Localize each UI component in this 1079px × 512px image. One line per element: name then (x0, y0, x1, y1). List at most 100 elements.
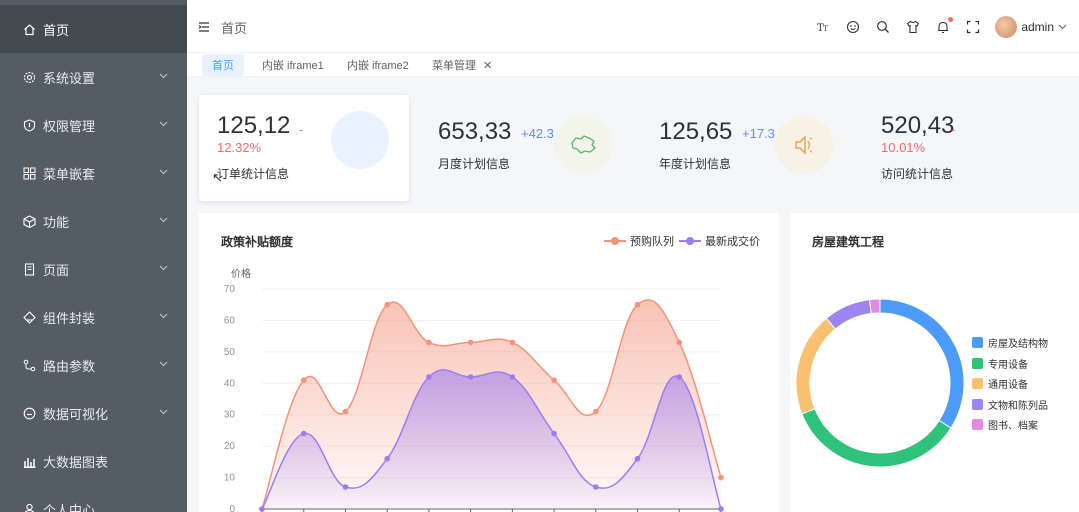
stat-change: +42.3 (521, 126, 554, 141)
stat-card[interactable]: 520,43- 10.01% 访问统计信息 (863, 95, 1068, 201)
sidebar-item-label: 首页 (43, 22, 70, 38)
data-point (300, 377, 307, 383)
sidebar-item-label: 数据可视化 (43, 406, 109, 422)
emoji-icon[interactable] (845, 19, 861, 35)
stat-value: 653,33 (438, 118, 512, 145)
stat-card[interactable]: 125,65 +17.3 年度计划信息 (641, 95, 846, 201)
legend-label: 图书、档案 (988, 421, 1038, 432)
user-icon (22, 502, 36, 512)
route-icon (22, 358, 36, 372)
data-point (426, 339, 432, 346)
sidebar-item[interactable]: 权限管理 (0, 101, 187, 149)
legend-swatch (972, 398, 983, 410)
sidebar-item[interactable]: 功能 (0, 197, 187, 245)
pie-legend-item[interactable]: 通用设备 (972, 376, 1028, 391)
pie-slice[interactable] (825, 299, 872, 330)
data-point (593, 408, 599, 415)
sidebar-item[interactable]: 数据可视化 (0, 389, 187, 437)
data-point (593, 484, 599, 490)
sidebar-item[interactable]: 大数据图表 (0, 437, 187, 485)
username[interactable]: admin (1021, 20, 1054, 34)
user-avatar[interactable] (995, 16, 1018, 38)
fullscreen-icon[interactable] (965, 19, 981, 35)
legend-label: 通用设备 (988, 380, 1028, 391)
data-point (467, 339, 474, 346)
legend-label: 专用设备 (988, 359, 1028, 371)
legend-swatch (972, 337, 983, 348)
sidebar-item[interactable]: 系统设置 (0, 53, 187, 101)
grid-icon (22, 166, 36, 180)
skin-icon[interactable] (905, 19, 921, 35)
sidebar-item[interactable]: 个人中心 (0, 485, 187, 512)
pie-legend-item[interactable]: 图书、档案 (972, 417, 1038, 432)
legend-label: 房屋及结构物 (988, 339, 1048, 350)
stat-card[interactable]: 653,33 +42.3 月度计划信息 (420, 95, 625, 201)
stat-description: 月度计划信息 (438, 157, 511, 171)
legend-swatch (972, 378, 983, 389)
breadcrumb[interactable]: 首页 (221, 18, 247, 37)
stat-value: 520,43 (881, 112, 955, 139)
sidebar-item-label: 系统设置 (43, 70, 96, 86)
stat-change: +17.3 (742, 126, 775, 141)
home-icon (22, 22, 36, 36)
app-root: 首页系统设置权限管理 菜单嵌套功能页面组件封装路由参数数据可视化大数据图表个人中心… (0, 0, 1079, 512)
data-point (509, 374, 516, 380)
chevron-down-icon[interactable] (1058, 24, 1067, 30)
policy-subsidy-panel: 政策补贴额度 预购队列 最新成交价 价格 0 10 20 30 40 50 60 70 (199, 213, 779, 512)
pie-legend-item[interactable]: 房屋及结构物 (972, 335, 1048, 350)
legend-swatch (972, 357, 983, 369)
sidebar-item[interactable]: 菜单嵌套 (0, 149, 187, 197)
tab[interactable]: 首页 (202, 54, 244, 76)
stat-change: 12.32% (217, 140, 262, 155)
y-tick-label: 60 (224, 315, 236, 326)
tab-label: 菜单管理 (432, 60, 476, 72)
stat-description: 订单统计信息 (217, 167, 290, 181)
data-point (426, 374, 432, 380)
notification-dot (948, 17, 954, 22)
y-tick-label: 10 (224, 473, 236, 484)
data-point (634, 301, 641, 308)
search-icon[interactable] (875, 19, 891, 35)
chevron-down-icon (159, 265, 168, 273)
header-toolbar: TT admin (801, 14, 1067, 40)
pie-slice[interactable] (868, 298, 881, 315)
settings-icon (22, 70, 36, 84)
box-icon (22, 214, 36, 228)
sidebar-item-label: 组件封装 (43, 310, 96, 326)
page-icon (22, 262, 36, 276)
notification-bell-icon[interactable] (935, 17, 954, 35)
tab[interactable]: 内嵌 iframe1 (252, 54, 334, 76)
pie-slice[interactable] (879, 298, 965, 429)
menu-toggle-icon[interactable] (198, 20, 210, 32)
china-map-icon (554, 116, 612, 174)
tab[interactable]: 内嵌 iframe2 (337, 54, 419, 76)
chevron-down-icon (159, 361, 168, 369)
data-point (551, 430, 557, 437)
bar-chart-icon (22, 454, 36, 468)
pie-legend-item[interactable]: 专用设备 (972, 356, 1028, 371)
tab-label: 内嵌 iframe1 (262, 60, 324, 72)
sidebar-item[interactable]: 首页 (0, 5, 187, 53)
stat-card[interactable]: 125,12- 12.32% 订单统计信息 (199, 95, 409, 201)
pie-slice[interactable] (795, 317, 837, 415)
chevron-down-icon (159, 121, 168, 129)
font-size-icon[interactable]: TT (815, 19, 831, 35)
card-icon-circle (331, 111, 389, 169)
pie-legend-item[interactable]: 文物和陈列品 (972, 397, 1048, 412)
sidebar-item[interactable]: 页面 (0, 245, 187, 293)
pie-slice[interactable] (801, 408, 952, 468)
housing-construction-panel: 房屋建筑工程 房屋及结构物 专用设备 通用设备 文物和陈列品 图书、档案 (790, 213, 1079, 512)
tab[interactable]: 菜单管理 ✕ (422, 54, 502, 76)
sidebar-item[interactable]: 路由参数 (0, 341, 187, 389)
stat-description: 年度计划信息 (659, 157, 732, 171)
data-point (342, 484, 349, 490)
data-point (676, 374, 683, 380)
sidebar-item-label: 大数据图表 (43, 454, 109, 470)
stat-value: 125,12 (217, 112, 291, 139)
close-icon[interactable]: ✕ (483, 59, 492, 72)
component-icon (22, 310, 36, 324)
sidebar-item[interactable]: 组件封装 (0, 293, 187, 341)
legend-swatch (972, 419, 983, 430)
sidebar-item-label: 功能 (43, 214, 70, 230)
tab-bar: 首页 内嵌 iframe1 内嵌 iframe2 菜单管理 ✕ (187, 53, 1079, 77)
